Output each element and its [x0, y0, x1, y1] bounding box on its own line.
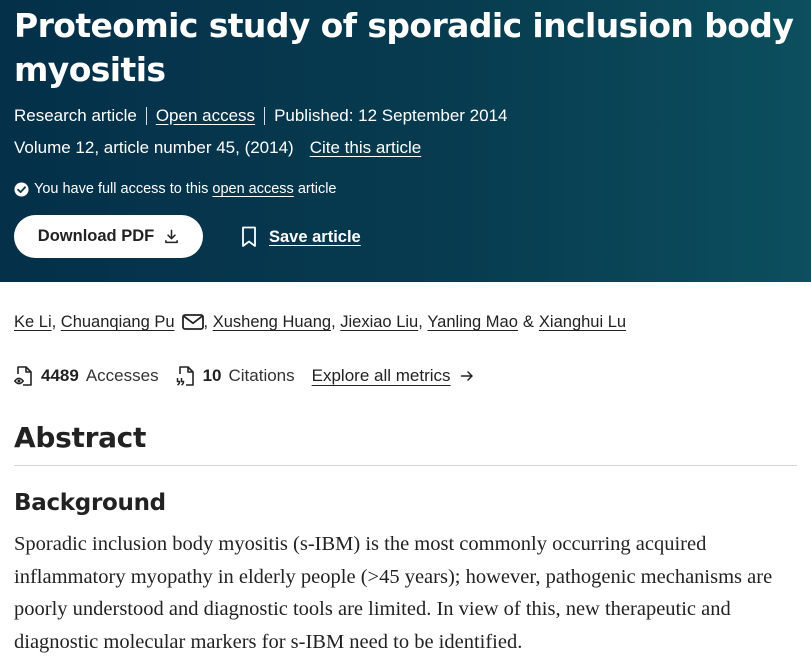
explore-metrics-link[interactable]: Explore all metrics — [312, 364, 474, 388]
download-pdf-label: Download PDF — [37, 227, 155, 245]
cite-this-article-link[interactable]: Cite this article — [310, 137, 421, 159]
accesses-metric: 4489 Accesses — [14, 364, 159, 388]
background-heading: Background — [14, 490, 166, 516]
volume-row: Volume 12, article number 45, (2014) Cit… — [14, 137, 421, 159]
save-article-label: Save article — [269, 227, 361, 246]
author-link[interactable]: Jiexiao Liu — [340, 311, 418, 333]
explore-metrics-label: Explore all metrics — [311, 366, 451, 385]
download-icon — [165, 229, 179, 244]
download-pdf-button[interactable]: Download PDF — [14, 215, 203, 258]
open-access-link[interactable]: Open access — [156, 105, 255, 127]
article-metrics: 4489 Accesses 10 Citations Explore all m… — [14, 364, 474, 388]
abstract-heading: Abstract — [14, 421, 147, 454]
author-ampersand: & — [522, 313, 534, 331]
access-notice: You have full access to this open access… — [14, 179, 337, 199]
citations-label: Citations — [228, 366, 295, 385]
author-link[interactable]: Xianghui Lu — [539, 311, 626, 333]
access-open-access-link[interactable]: open access — [212, 179, 293, 199]
document-eye-icon — [14, 366, 32, 386]
arrow-right-icon — [460, 371, 473, 381]
accesses-count: 4489 — [41, 366, 79, 385]
author-link[interactable]: Yanling Mao — [427, 311, 518, 333]
volume-info: Volume 12, article number 45, (2014) — [14, 138, 294, 157]
check-circle-icon — [14, 181, 29, 197]
access-text: You have full access to this — [34, 181, 209, 197]
section-divider — [14, 465, 797, 466]
article-type: Research article — [14, 106, 137, 125]
accesses-label: Accesses — [85, 366, 159, 385]
author-link[interactable]: Chuanqiang Pu — [61, 311, 175, 333]
access-suffix: article — [297, 181, 337, 197]
article-header: Proteomic study of sporadic inclusion bo… — [0, 0, 811, 282]
separator — [145, 107, 147, 125]
abstract-paragraph: Sporadic inclusion body myositis (s-IBM)… — [14, 533, 773, 653]
citations-count: 10 — [202, 366, 222, 385]
bookmark-icon — [242, 226, 256, 247]
save-article-button[interactable]: Save article — [241, 224, 361, 250]
author-list: Ke Li, Chuanqiang Pu , Xusheng Huang, Ji… — [14, 311, 627, 333]
citations-metric: 10 Citations — [176, 364, 295, 388]
published-date: Published: 12 September 2014 — [274, 106, 508, 125]
document-quote-icon — [176, 366, 194, 386]
article-meta-row: Research article Open access Published: … — [14, 105, 508, 127]
mail-icon[interactable] — [181, 314, 204, 330]
separator — [264, 107, 266, 125]
author-link[interactable]: Xusheng Huang — [213, 311, 331, 333]
article-title: Proteomic study of sporadic inclusion bo… — [14, 6, 794, 89]
author-link[interactable]: Ke Li — [14, 311, 52, 333]
